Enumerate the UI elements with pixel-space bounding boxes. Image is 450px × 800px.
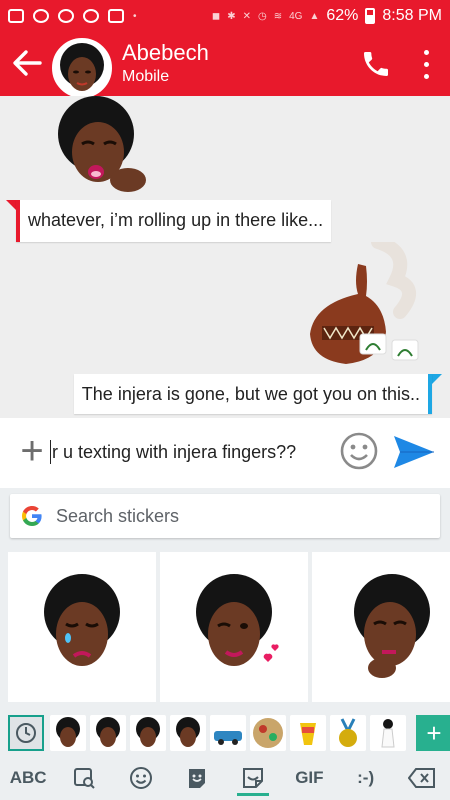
emoji-icon[interactable] [340, 432, 378, 470]
alarm-icon: ◷ [258, 10, 267, 22]
sticker-wink-love[interactable] [160, 552, 308, 702]
contact-avatar[interactable] [52, 38, 112, 98]
missed-call-icon-2 [83, 9, 99, 23]
overflow-menu-icon[interactable] [412, 46, 440, 82]
sticker-pack-thumb[interactable] [250, 715, 286, 751]
keyboard-bottom-row: ABC GIF :-) [0, 756, 450, 800]
sticker-pack-thumb[interactable] [90, 715, 126, 751]
sticker-grid [0, 552, 450, 702]
message-input[interactable]: r u texting with injera fingers?? [52, 442, 296, 463]
more-notifications-icon: • [133, 10, 137, 22]
back-arrow-icon[interactable] [10, 46, 44, 80]
wifi-icon: ≋ [273, 10, 283, 22]
sticker-pack-thumb[interactable] [290, 715, 326, 751]
missed-call-icon [33, 9, 49, 23]
bitmoji-key-icon[interactable] [177, 756, 217, 800]
contact-subtitle: Mobile [122, 68, 170, 85]
bluetooth-icon: ✱ [227, 10, 236, 22]
compose-bar: + r u texting with injera fingers?? [0, 418, 450, 488]
nfc-icon: ◼ [211, 10, 221, 22]
conversation: whatever, i’m rolling up in there like..… [0, 96, 450, 418]
sticker-thinking[interactable] [312, 552, 450, 702]
sticker-keyboard: Search stickers + ABC GIF:-) [0, 488, 450, 800]
text-cursor [50, 440, 51, 464]
send-icon[interactable] [392, 434, 436, 470]
google-logo-icon [20, 504, 44, 528]
sticker-key-icon[interactable] [233, 756, 273, 800]
emoticon-key[interactable]: :-) [346, 756, 386, 800]
incoming-message[interactable]: whatever, i’m rolling up in there like..… [16, 200, 332, 242]
incoming-message-text: whatever, i’m rolling up in there like..… [28, 210, 324, 230]
sticker-search-bar[interactable]: Search stickers [10, 494, 440, 538]
battery-icon [365, 8, 376, 24]
sticker-search-placeholder: Search stickers [56, 506, 180, 526]
app-bar: Abebech Mobile [0, 32, 450, 98]
add-attachment-icon[interactable]: + [16, 431, 48, 471]
incoming-sticker[interactable] [52, 96, 152, 198]
abc-key[interactable]: ABC [8, 756, 48, 800]
sticker-pack-thumb[interactable] [170, 715, 206, 751]
recent-clock-icon[interactable] [8, 715, 44, 751]
contact-name: Abebech [122, 40, 209, 65]
network-type: 4G [289, 10, 303, 22]
outgoing-message[interactable]: The injera is gone, but we got you on th… [73, 374, 432, 414]
add-sticker-pack-button[interactable]: + [416, 715, 450, 751]
outgoing-sticker[interactable] [300, 235, 422, 374]
outgoing-message-text: The injera is gone, but we got you on th… [81, 384, 420, 404]
sticker-search-icon[interactable] [64, 756, 104, 800]
battery-percent: 62% [326, 7, 359, 24]
sticker-pack-thumb[interactable] [130, 715, 166, 751]
clock: 8:58 PM [382, 7, 442, 24]
sticker-pack-thumb[interactable] [50, 715, 86, 751]
instagram-icon [8, 9, 24, 23]
sticker-pack-thumb[interactable] [330, 715, 366, 751]
gif-key[interactable]: GIF [289, 756, 329, 800]
emoji-key-icon[interactable] [121, 756, 161, 800]
phone-icon[interactable] [360, 48, 392, 80]
sticker-pack-thumb[interactable] [210, 715, 246, 751]
message-icon [108, 9, 124, 23]
status-bar: • ◼ ✱ ✕ ◷ ≋ 4G ▲ 62% 8:58 PM [0, 0, 450, 32]
sticker-pack-strip: + [0, 710, 450, 756]
sticker-sad[interactable] [8, 552, 156, 702]
viber-icon [58, 9, 74, 23]
mute-icon: ✕ [242, 10, 251, 22]
signal-icon: ▲ [309, 10, 320, 22]
sticker-pack-thumb[interactable] [370, 715, 406, 751]
backspace-icon[interactable] [402, 756, 442, 800]
